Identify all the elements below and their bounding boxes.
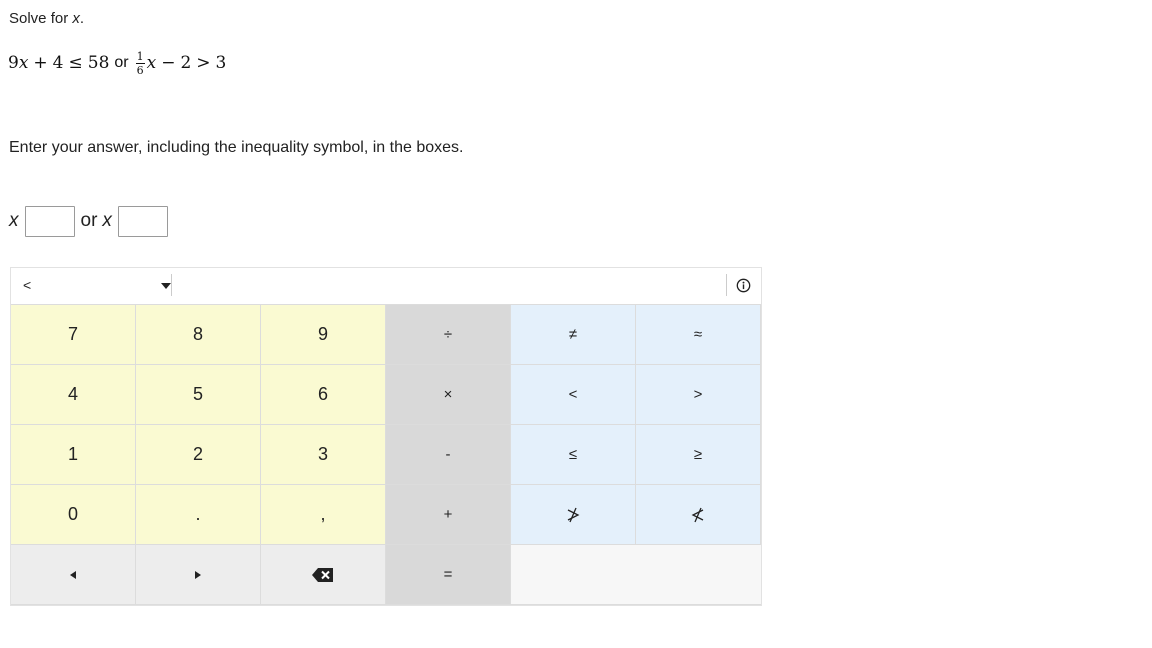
eq-fraction: 16 <box>135 49 145 77</box>
eq-right-const: 2 <box>180 53 192 73</box>
key-comma[interactable]: , <box>261 485 386 545</box>
key-4[interactable]: 4 <box>11 365 136 425</box>
answer-row: x or x <box>9 205 172 237</box>
inequality-equation: 9x + 4 ≤ 58 or 16x − 2 > 3 <box>8 46 226 80</box>
prompt-variable: x <box>72 10 80 27</box>
key-5[interactable]: 5 <box>136 365 261 425</box>
eq-right-op: − <box>161 53 176 73</box>
eq-left-op: + <box>33 53 48 73</box>
key-6[interactable]: 6 <box>261 365 386 425</box>
key-minus[interactable]: - <box>386 425 511 485</box>
keypad-mode-select[interactable]: < <box>23 277 171 297</box>
frac-numerator: 1 <box>135 49 145 64</box>
answer-box-1[interactable] <box>24 205 75 237</box>
eq-left-rhs: 58 <box>87 53 110 73</box>
key-times[interactable]: × <box>386 365 511 425</box>
key-divide[interactable]: ÷ <box>386 305 511 365</box>
eq-left-const: 4 <box>52 53 64 73</box>
toolbar-divider-right <box>726 274 727 296</box>
eq-right-rhs: 3 <box>215 53 227 73</box>
backspace-icon <box>312 567 333 582</box>
answer-connector: or <box>80 210 98 231</box>
answer-var-1: x <box>9 210 19 231</box>
key-approx[interactable]: ≈ <box>636 305 761 365</box>
key-less-than[interactable]: < <box>511 365 636 425</box>
key-greater-than[interactable]: > <box>636 365 761 425</box>
info-icon[interactable] <box>736 278 751 293</box>
not-less-icon <box>691 507 704 522</box>
key-not-less-than[interactable] <box>636 485 761 545</box>
math-keypad: < 7 8 9 ÷ ≠ ≈ 4 5 6 × < > 1 2 3 - ≤ ≥ 0 … <box>10 267 762 606</box>
not-greater-icon <box>567 507 580 522</box>
key-3[interactable]: 3 <box>261 425 386 485</box>
chevron-down-icon <box>161 283 171 289</box>
eq-left-var: x <box>18 53 29 73</box>
key-not-greater-than[interactable] <box>511 485 636 545</box>
key-1[interactable]: 1 <box>11 425 136 485</box>
key-equals[interactable]: = <box>386 545 511 605</box>
key-8[interactable]: 8 <box>136 305 261 365</box>
answer-var-2: x <box>102 210 112 231</box>
eq-right-var: x <box>146 53 157 73</box>
right-arrow-icon <box>195 570 201 579</box>
keypad-mode-value: < <box>23 277 32 293</box>
prompt-end: . <box>79 10 85 27</box>
eq-left-rel: ≤ <box>68 53 83 73</box>
eq-connector: or <box>114 54 129 71</box>
answer-box-2[interactable] <box>117 205 168 237</box>
key-backspace[interactable] <box>261 545 386 605</box>
key-plus[interactable]: + <box>386 485 511 545</box>
question-prompt: Solve for x. <box>9 10 84 27</box>
keypad-toolbar: < <box>11 268 761 305</box>
keypad-empty-area <box>511 545 761 605</box>
key-cursor-right[interactable] <box>136 545 261 605</box>
key-7[interactable]: 7 <box>11 305 136 365</box>
key-decimal-point[interactable]: . <box>136 485 261 545</box>
key-2[interactable]: 2 <box>136 425 261 485</box>
key-9[interactable]: 9 <box>261 305 386 365</box>
key-0[interactable]: 0 <box>11 485 136 545</box>
eq-right-rel: > <box>196 53 211 73</box>
key-cursor-left[interactable] <box>11 545 136 605</box>
keypad-grid: 7 8 9 ÷ ≠ ≈ 4 5 6 × < > 1 2 3 - ≤ ≥ 0 . … <box>11 305 761 605</box>
key-greater-or-equal[interactable]: ≥ <box>636 425 761 485</box>
key-less-or-equal[interactable]: ≤ <box>511 425 636 485</box>
toolbar-divider-left <box>171 274 172 296</box>
eq-left-coef: 9 <box>8 53 19 73</box>
left-arrow-icon <box>70 570 76 579</box>
key-not-equal[interactable]: ≠ <box>511 305 636 365</box>
frac-denominator: 6 <box>136 63 144 77</box>
answer-instructions: Enter your answer, including the inequal… <box>9 139 464 156</box>
prompt-text: Solve for <box>9 10 73 27</box>
